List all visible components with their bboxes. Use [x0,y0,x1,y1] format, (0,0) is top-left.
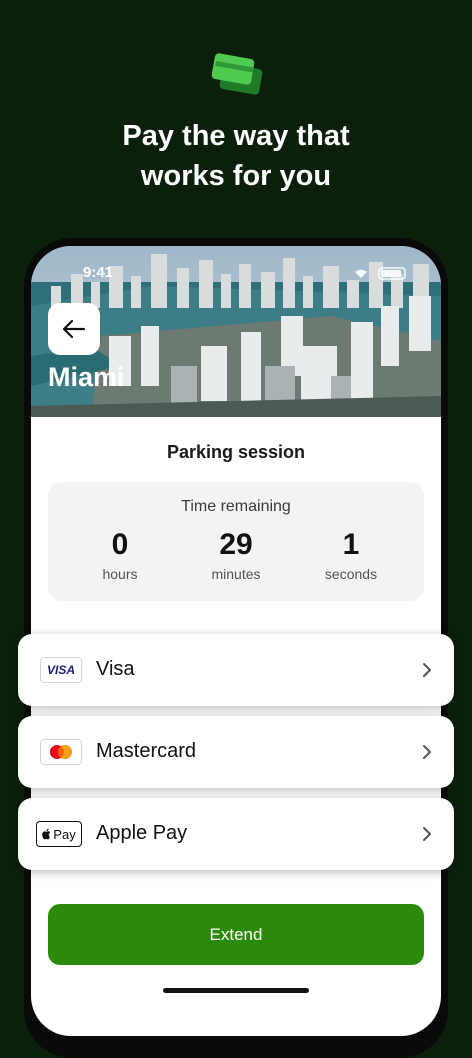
home-indicator [163,988,309,993]
hours-counter: 0 hours [65,526,175,582]
minutes-counter: 29 minutes [181,526,291,582]
time-remaining-panel: Time remaining 0 hours 29 minutes 1 seco… [48,482,424,601]
chevron-right-icon [423,827,431,841]
apple-icon [42,828,51,840]
payment-option-mastercard[interactable]: Mastercard [18,716,454,788]
minutes-value: 29 [219,528,253,561]
payment-option-visa[interactable]: VISA Visa [18,634,454,706]
extend-button[interactable]: Extend [48,904,424,965]
apple-pay-logo-icon: Pay [36,821,82,847]
mastercard-logo-icon [40,739,82,765]
credit-card-icon [209,50,265,96]
back-button[interactable] [48,303,100,355]
payment-option-label: Visa [96,658,135,680]
wifi-icon [351,266,411,280]
status-time: 9:41 [83,264,114,281]
chevron-right-icon [423,663,431,677]
city-name: Miami [48,362,125,392]
hours-value: 0 [111,528,129,561]
minutes-label: minutes [211,566,261,582]
visa-logo-icon: VISA [40,657,82,683]
seconds-counter: 1 seconds [296,526,406,582]
session-title: Parking session [166,442,306,462]
payment-option-label: Mastercard [96,740,197,762]
payment-option-label: Apple Pay [96,822,188,844]
time-remaining-label: Time remaining [181,498,291,515]
hours-label: hours [102,566,138,582]
seconds-value: 1 [342,528,360,561]
arrow-left-icon [62,319,86,339]
seconds-label: seconds [324,566,378,582]
headline-line-2: works for you [140,160,332,192]
headline: Pay the way that works for you [0,116,472,196]
headline-line-1: Pay the way that [122,120,350,152]
chevron-right-icon [423,745,431,759]
payment-option-apple-pay[interactable]: Pay Apple Pay [18,798,454,870]
